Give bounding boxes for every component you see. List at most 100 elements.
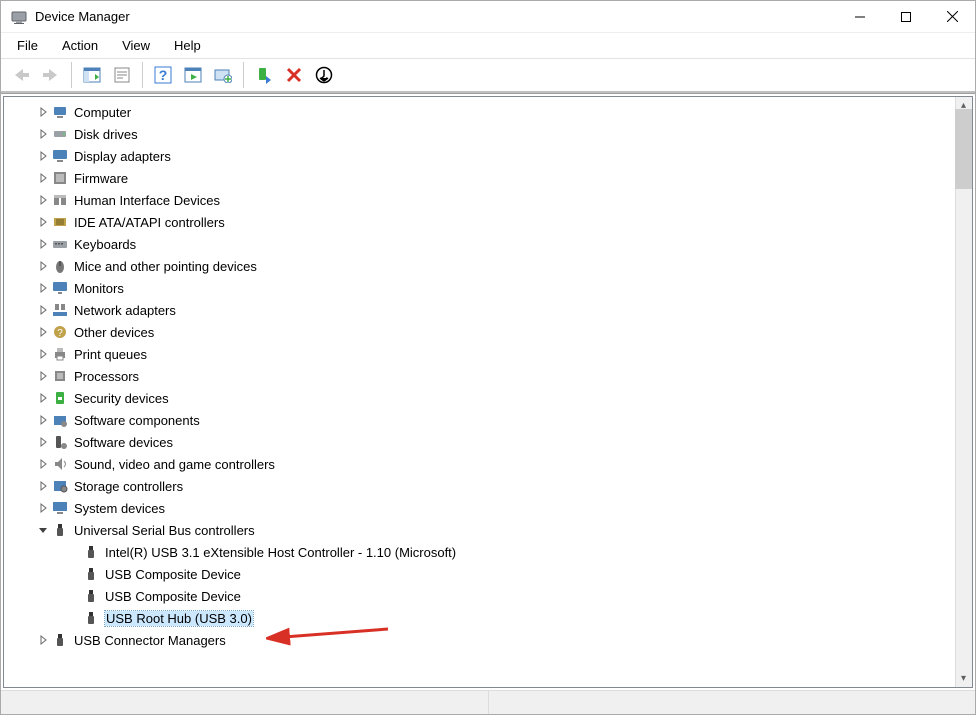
chevron-right-icon[interactable]	[36, 193, 50, 207]
forward-button[interactable]	[37, 61, 65, 89]
scan-for-changes-button[interactable]	[310, 61, 338, 89]
tree-item-label: Firmware	[74, 171, 128, 186]
tree-item[interactable]: USB Composite Device	[12, 563, 972, 585]
maximize-button[interactable]	[883, 1, 929, 33]
tree-item-label: Universal Serial Bus controllers	[74, 523, 255, 538]
chevron-right-icon[interactable]	[36, 127, 50, 141]
tree-item-label: Processors	[74, 369, 139, 384]
usb-icon	[52, 522, 68, 538]
tree-item[interactable]: Sound, video and game controllers	[12, 453, 972, 475]
chevron-right-icon[interactable]	[36, 413, 50, 427]
chevron-right-icon[interactable]	[36, 479, 50, 493]
tree-item[interactable]: USB Composite Device	[12, 585, 972, 607]
properties-button[interactable]	[108, 61, 136, 89]
tree-item[interactable]: Computer	[12, 101, 972, 123]
printer-icon	[52, 346, 68, 362]
chevron-right-icon[interactable]	[36, 149, 50, 163]
tree-item[interactable]: Disk drives	[12, 123, 972, 145]
chevron-down-icon[interactable]	[36, 523, 50, 537]
software-comp-icon	[52, 412, 68, 428]
tree-item[interactable]: USB Root Hub (USB 3.0)	[12, 607, 972, 629]
tree-item-label: Mice and other pointing devices	[74, 259, 257, 274]
firmware-icon	[52, 170, 68, 186]
chevron-right-icon[interactable]	[36, 259, 50, 273]
tree-item[interactable]: Network adapters	[12, 299, 972, 321]
hid-icon	[52, 192, 68, 208]
menu-help[interactable]: Help	[164, 36, 211, 55]
tree-item[interactable]: ?Other devices	[12, 321, 972, 343]
device-tree[interactable]: Computer Disk drives Display adapters Firmw…	[4, 97, 972, 687]
chevron-right-icon[interactable]	[36, 435, 50, 449]
menu-action[interactable]: Action	[52, 36, 108, 55]
tree-item[interactable]: Mice and other pointing devices	[12, 255, 972, 277]
help-button[interactable]: ?	[149, 61, 177, 89]
minimize-button[interactable]	[837, 1, 883, 33]
chevron-right-icon[interactable]	[36, 105, 50, 119]
tree-item[interactable]: Software devices	[12, 431, 972, 453]
tree-item-label: Keyboards	[74, 237, 136, 252]
chevron-right-icon[interactable]	[36, 215, 50, 229]
menubar: File Action View Help	[1, 33, 975, 59]
system-icon	[52, 500, 68, 516]
software-dev-icon	[52, 434, 68, 450]
titlebar: Device Manager	[1, 1, 975, 33]
chevron-right-icon[interactable]	[36, 633, 50, 647]
enable-device-button[interactable]	[250, 61, 278, 89]
tree-item[interactable]: Intel(R) USB 3.1 eXtensible Host Control…	[12, 541, 972, 563]
tree-item[interactable]: IDE ATA/ATAPI controllers	[12, 211, 972, 233]
chevron-right-icon[interactable]	[36, 281, 50, 295]
tree-item-label: USB Composite Device	[105, 567, 241, 582]
scan-hardware-button[interactable]	[179, 61, 207, 89]
tree-item[interactable]: Human Interface Devices	[12, 189, 972, 211]
scrollbar[interactable]: ▴ ▾	[955, 97, 972, 687]
chevron-right-icon[interactable]	[36, 391, 50, 405]
tree-item[interactable]: Storage controllers	[12, 475, 972, 497]
tree-item-label: USB Root Hub (USB 3.0)	[105, 611, 253, 626]
chevron-right-icon[interactable]	[36, 325, 50, 339]
usb-icon	[83, 588, 99, 604]
tree-item[interactable]: Monitors	[12, 277, 972, 299]
tree-item[interactable]: Security devices	[12, 387, 972, 409]
scroll-thumb[interactable]	[955, 109, 972, 189]
tree-item-label: Security devices	[74, 391, 169, 406]
tree-item-label: Human Interface Devices	[74, 193, 220, 208]
back-button[interactable]	[7, 61, 35, 89]
tree-item-label: USB Connector Managers	[74, 633, 226, 648]
scroll-down-icon[interactable]: ▾	[955, 670, 972, 687]
show-hide-tree-button[interactable]	[78, 61, 106, 89]
update-driver-button[interactable]	[209, 61, 237, 89]
tree-item[interactable]: Processors	[12, 365, 972, 387]
monitor-icon	[52, 280, 68, 296]
tree-item-label: Display adapters	[74, 149, 171, 164]
close-button[interactable]	[929, 1, 975, 33]
uninstall-device-button[interactable]	[280, 61, 308, 89]
tree-item[interactable]: Software components	[12, 409, 972, 431]
usb-icon	[83, 544, 99, 560]
tree-item-label: System devices	[74, 501, 165, 516]
tree-item[interactable]: Universal Serial Bus controllers	[12, 519, 972, 541]
tree-item[interactable]: System devices	[12, 497, 972, 519]
tree-item[interactable]: Print queues	[12, 343, 972, 365]
tree-item-label: Storage controllers	[74, 479, 183, 494]
menu-view[interactable]: View	[112, 36, 160, 55]
tree-item[interactable]: Display adapters	[12, 145, 972, 167]
chevron-right-icon[interactable]	[36, 171, 50, 185]
chevron-right-icon[interactable]	[36, 501, 50, 515]
menu-file[interactable]: File	[7, 36, 48, 55]
chevron-right-icon[interactable]	[36, 347, 50, 361]
content-area: Computer Disk drives Display adapters Firmw…	[1, 93, 975, 714]
chevron-right-icon[interactable]	[36, 303, 50, 317]
status-cell-2	[489, 691, 976, 714]
tree-item[interactable]: Keyboards	[12, 233, 972, 255]
tree-item-label: IDE ATA/ATAPI controllers	[74, 215, 225, 230]
network-icon	[52, 302, 68, 318]
chevron-right-icon[interactable]	[36, 237, 50, 251]
svg-text:?: ?	[57, 328, 63, 339]
tree-item-label: Disk drives	[74, 127, 138, 142]
tree-item[interactable]: Firmware	[12, 167, 972, 189]
window-title: Device Manager	[35, 9, 130, 24]
tree-item-label: Software components	[74, 413, 200, 428]
chevron-right-icon[interactable]	[36, 457, 50, 471]
chevron-right-icon[interactable]	[36, 369, 50, 383]
tree-item[interactable]: USB Connector Managers	[12, 629, 972, 651]
